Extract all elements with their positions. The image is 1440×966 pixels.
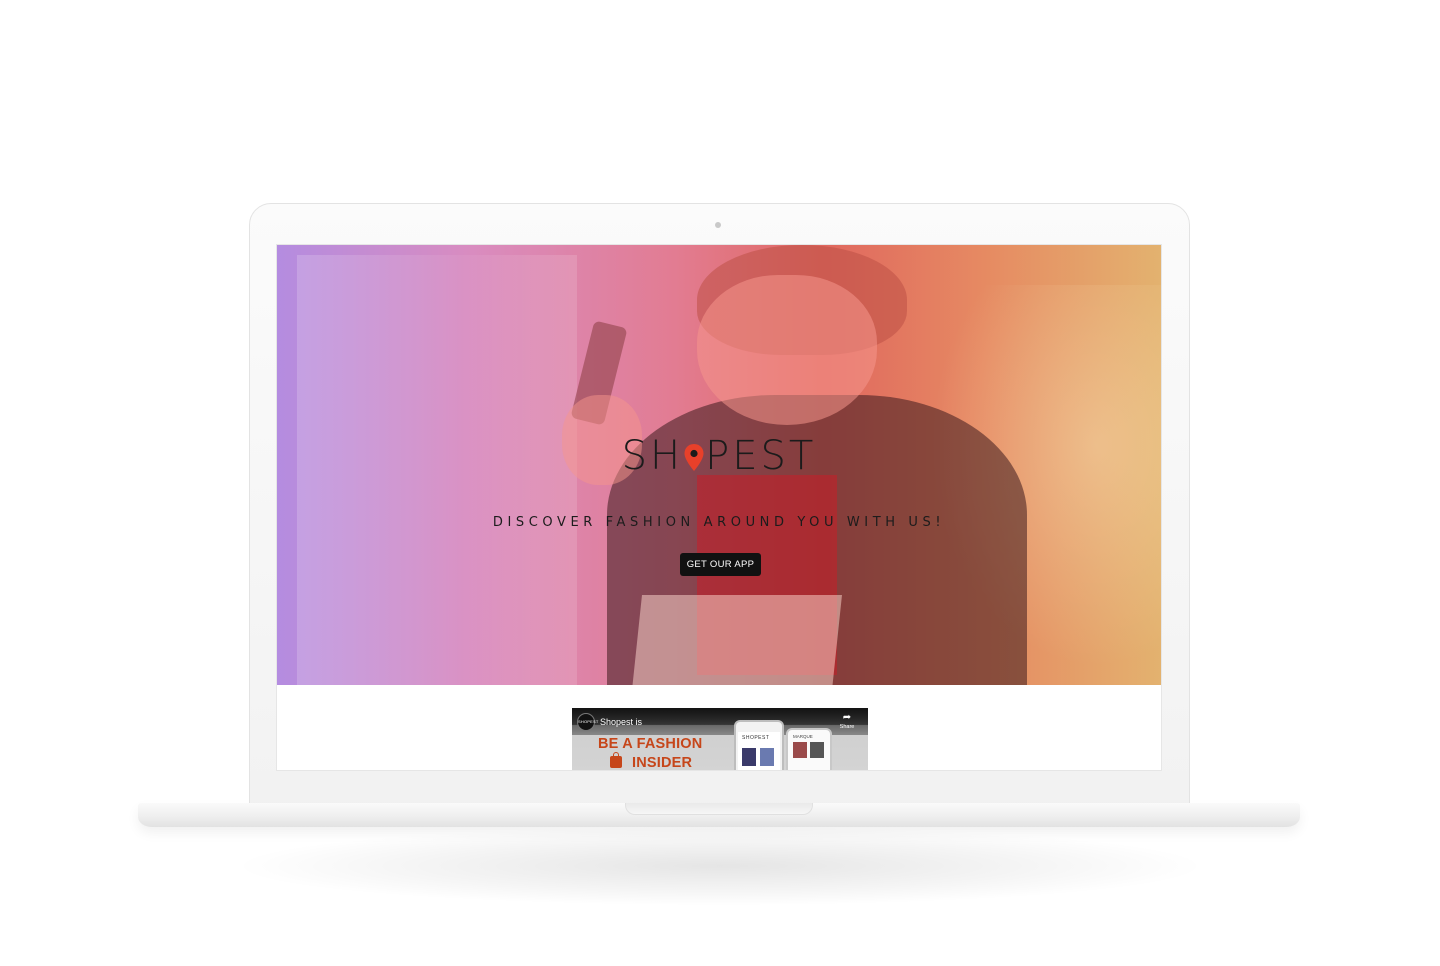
laptop-screen: SH PEST DISCOVER FASHION AROUND YOU WITH …	[276, 244, 1162, 771]
channel-avatar-text: SHOPEST	[578, 719, 599, 724]
phone-mockup-label: MARQUE	[793, 734, 813, 739]
hero-photo-face	[697, 275, 877, 425]
video-embed[interactable]: SHOPEST Shopest is ➦ Share BE A FASHION …	[572, 708, 868, 771]
phone-mockup-thumb	[742, 748, 756, 766]
phone-mockup-screen: SHOPEST	[738, 732, 780, 770]
get-app-button[interactable]: GET OUR APP	[680, 553, 761, 576]
brand-logo-part-1: SH	[621, 433, 684, 479]
webcam-dot	[715, 222, 721, 228]
shopping-bag-icon	[610, 752, 622, 768]
brand-logo-part-2: PEST	[705, 433, 817, 479]
laptop-base-notch	[625, 803, 813, 815]
phone-mockup-2: MARQUE	[786, 728, 832, 770]
video-title[interactable]: Shopest is	[600, 717, 642, 727]
share-button[interactable]: ➦ Share	[838, 713, 856, 733]
channel-avatar[interactable]: SHOPEST	[577, 713, 599, 731]
phone-mockup-thumb	[810, 742, 824, 758]
laptop-shadow	[230, 826, 1210, 906]
brand-logo: SH PEST	[277, 433, 1161, 479]
phone-mockup-thumb	[760, 748, 774, 766]
phone-mockup-1: SHOPEST	[734, 720, 784, 770]
hero-tagline: DISCOVER FASHION AROUND YOU WITH US!	[492, 515, 946, 530]
share-icon: ➦	[842, 712, 852, 723]
hero-photo-shopping-bag	[632, 595, 842, 685]
phone-mockup-logo: SHOPEST	[742, 735, 770, 741]
hero-section: SH PEST DISCOVER FASHION AROUND YOU WITH …	[277, 245, 1161, 685]
phone-mockup-thumb	[793, 742, 807, 758]
promo-headline-line2: INSIDER	[632, 755, 693, 771]
promo-headline-line1: BE A FASHION	[598, 736, 703, 752]
share-label: Share	[839, 724, 855, 730]
location-pin-icon	[683, 441, 705, 471]
